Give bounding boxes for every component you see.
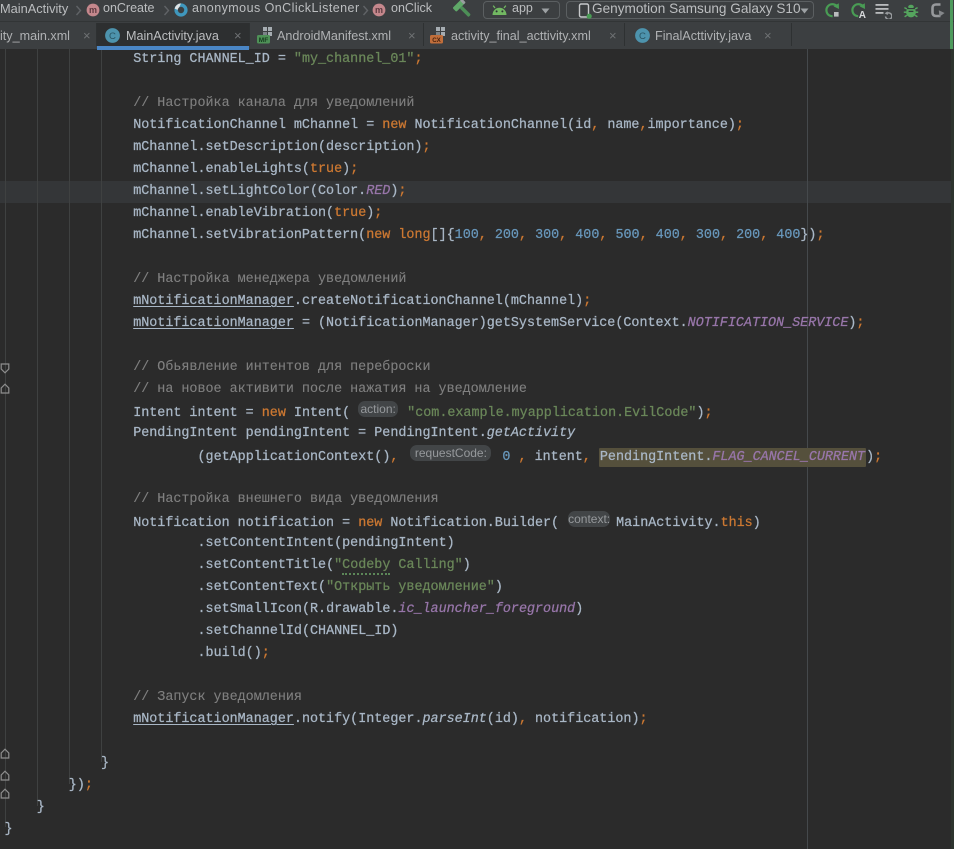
svg-text:MF: MF	[259, 37, 268, 44]
svg-text:CX: CX	[432, 37, 441, 44]
svg-text:C: C	[639, 31, 646, 42]
svg-text:A: A	[859, 10, 866, 19]
svg-text:m: m	[89, 5, 97, 15]
svg-text:C: C	[109, 31, 116, 42]
svg-text:m: m	[375, 5, 383, 15]
